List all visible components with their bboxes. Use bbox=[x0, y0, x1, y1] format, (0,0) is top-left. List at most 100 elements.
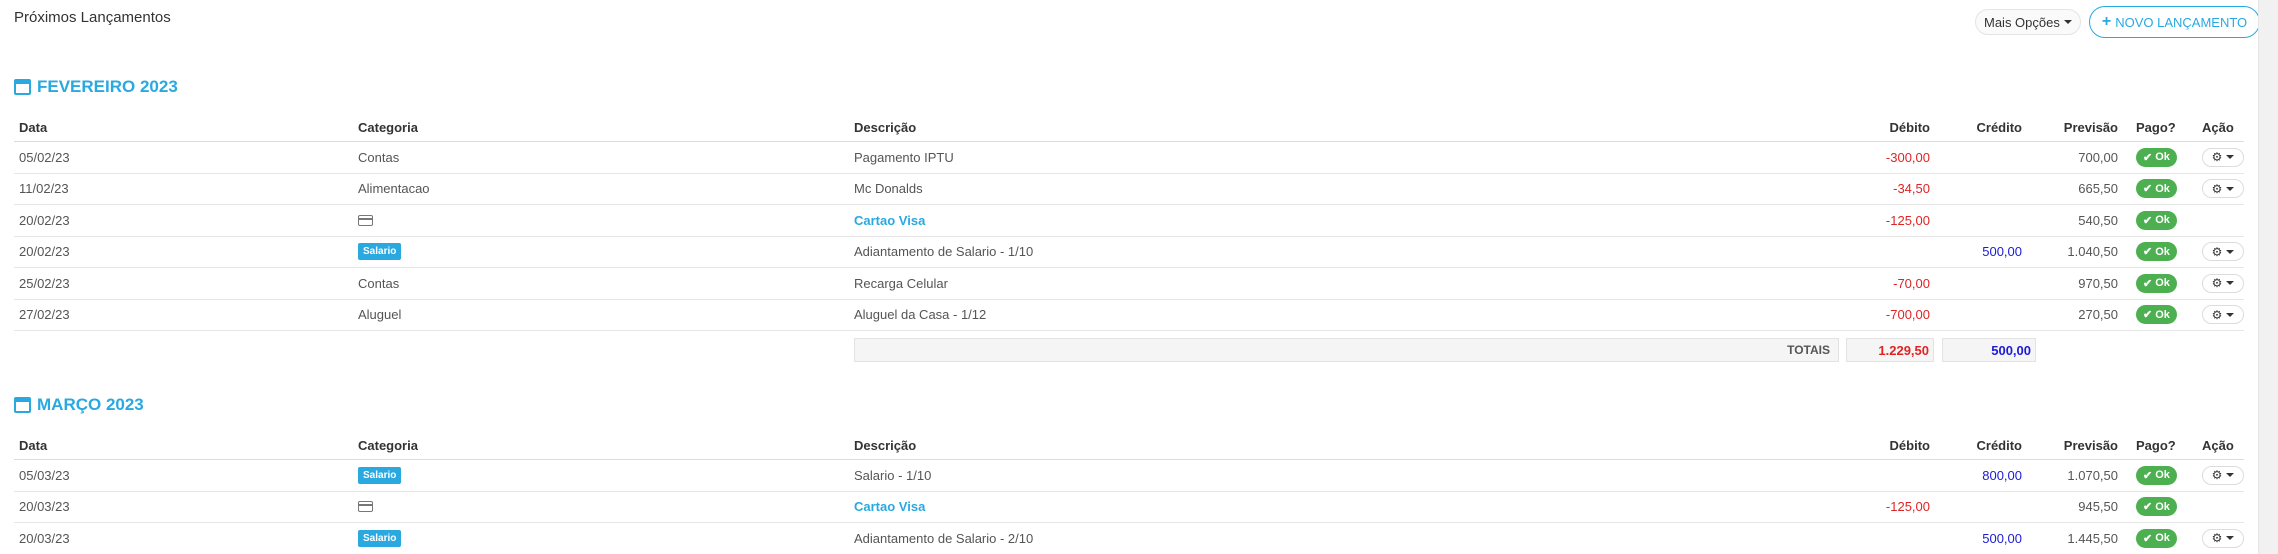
cogs-icon: ⚙ bbox=[2211, 531, 2223, 546]
category-text: Aluguel bbox=[358, 307, 402, 323]
forecast-cell: 1.445,50 bbox=[2067, 530, 2118, 546]
debit-cell: -125,00 bbox=[1885, 499, 1930, 515]
table-row[interactable]: 20/03/23 Salario Adiantamento de Salario -… bbox=[14, 523, 2244, 554]
paid-cell: ✔ Ok bbox=[2136, 523, 2177, 554]
header-paid: Pago? bbox=[2136, 438, 2176, 453]
header-actions: Mais Opções + NOVO LANÇAMENTO bbox=[1975, 6, 2261, 38]
row-actions-button[interactable]: ⚙ bbox=[2202, 242, 2244, 262]
paid-ok-button[interactable]: ✔ Ok bbox=[2136, 528, 2177, 548]
row-actions-button[interactable]: ⚙ bbox=[2202, 147, 2244, 167]
row-actions-button[interactable]: ⚙ bbox=[2202, 179, 2244, 199]
check-icon: ✔ bbox=[2143, 151, 2153, 164]
paid-cell: ✔ Ok bbox=[2136, 492, 2177, 523]
caret-down-icon bbox=[2226, 186, 2235, 191]
credit-cell: 500,00 bbox=[1982, 244, 2022, 260]
paid-ok-button[interactable]: ✔ Ok bbox=[2136, 179, 2177, 199]
category-badge: Salario bbox=[358, 529, 402, 547]
cogs-icon: ⚙ bbox=[2211, 276, 2223, 291]
category-badge: Salario bbox=[358, 243, 402, 261]
check-icon: ✔ bbox=[2143, 246, 2153, 259]
table-row[interactable]: 11/02/23 Alimentacao Mc Donalds -34,50 665,5… bbox=[14, 174, 2244, 205]
action-cell: ⚙ bbox=[2202, 300, 2244, 331]
paid-cell: ✔ Ok bbox=[2136, 142, 2177, 173]
paid-ok-button[interactable]: ✔ Ok bbox=[2136, 147, 2177, 167]
paid-cell: ✔ Ok bbox=[2136, 300, 2177, 331]
description-cell: Adiantamento de Salario - 1/10 bbox=[854, 237, 1033, 268]
header-date: Data bbox=[19, 120, 48, 135]
header-category: Categoria bbox=[358, 120, 418, 135]
header-forecast: Previsão bbox=[2063, 438, 2118, 453]
caret-down-icon bbox=[2226, 249, 2235, 254]
date-cell: 20/02/23 bbox=[19, 212, 70, 228]
description-text: Adiantamento de Salario - 1/10 bbox=[854, 244, 1034, 260]
table-row[interactable]: 20/03/23 Cartao Visa -125,00 945,50 ✔ Ok bbox=[14, 492, 2244, 523]
description-text: Pagamento IPTU bbox=[854, 149, 954, 165]
table-row[interactable]: 05/02/23 Contas Pagamento IPTU -300,00 700,0… bbox=[14, 142, 2244, 174]
header-forecast: Previsão bbox=[2063, 120, 2118, 135]
table-row[interactable]: 27/02/23 Aluguel Aluguel da Casa - 1/12 -70… bbox=[14, 300, 2244, 331]
totals-row: TOTAIS 1.229,50 500,00 bbox=[14, 335, 2244, 365]
row-actions-button[interactable]: ⚙ bbox=[2202, 305, 2244, 325]
description-cell: Adiantamento de Salario - 2/10 bbox=[854, 523, 1033, 554]
month-section-march: MARÇO 2023 Data Categoria Descrição Débi… bbox=[14, 392, 2244, 554]
month-title: FEVEREIRO 2023 bbox=[37, 77, 178, 96]
header-action: Ação bbox=[2202, 120, 2234, 135]
category-cell: Contas bbox=[358, 142, 399, 173]
calendar-icon bbox=[14, 79, 31, 95]
date-cell: 05/03/23 bbox=[19, 467, 70, 483]
table-header: Data Categoria Descrição Débito Crédito … bbox=[14, 432, 2244, 460]
description-text: Aluguel da Casa - 1/12 bbox=[854, 307, 987, 323]
scrollbar[interactable] bbox=[2258, 0, 2278, 554]
debit-cell: -300,00 bbox=[1885, 149, 1930, 165]
description-link[interactable]: Cartao Visa bbox=[854, 213, 925, 228]
description-link[interactable]: Cartao Visa bbox=[854, 499, 925, 514]
date-cell: 11/02/23 bbox=[19, 181, 69, 197]
totals-credit: 500,00 bbox=[1942, 338, 2036, 362]
paid-ok-button[interactable]: ✔ Ok bbox=[2136, 497, 2177, 517]
table-header: Data Categoria Descrição Débito Crédito … bbox=[14, 114, 2244, 142]
ok-label: Ok bbox=[2155, 214, 2170, 227]
row-actions-button[interactable]: ⚙ bbox=[2202, 465, 2244, 485]
action-cell: ⚙ bbox=[2202, 174, 2244, 205]
month-section-february: FEVEREIRO 2023 Data Categoria Descrição … bbox=[14, 74, 2244, 365]
row-actions-button[interactable]: ⚙ bbox=[2202, 273, 2244, 293]
paid-ok-button[interactable]: ✔ Ok bbox=[2136, 242, 2177, 262]
category-text: Alimentacao bbox=[358, 181, 430, 197]
category-cell: Contas bbox=[358, 268, 399, 299]
debit-cell: -125,00 bbox=[1885, 212, 1930, 228]
debit-cell: -70,00 bbox=[1893, 275, 1930, 291]
paid-cell: ✔ Ok bbox=[2136, 205, 2177, 236]
paid-ok-button[interactable]: ✔ Ok bbox=[2136, 465, 2177, 485]
credit-card-icon bbox=[358, 214, 373, 226]
description-cell: Mc Donalds bbox=[854, 174, 923, 205]
paid-ok-button[interactable]: ✔ Ok bbox=[2136, 273, 2177, 293]
more-options-label: Mais Opções bbox=[1984, 14, 2060, 30]
action-cell: ⚙ bbox=[2202, 268, 2244, 299]
forecast-cell: 665,50 bbox=[2078, 181, 2118, 197]
check-icon: ✔ bbox=[2143, 309, 2153, 322]
entries-table: Data Categoria Descrição Débito Crédito … bbox=[14, 114, 2244, 365]
new-entry-label: NOVO LANÇAMENTO bbox=[2115, 14, 2248, 30]
table-row[interactable]: 05/03/23 Salario Salario - 1/10 800,00 1.070… bbox=[14, 460, 2244, 492]
header-credit: Crédito bbox=[1976, 438, 2023, 453]
more-options-button[interactable]: Mais Opções bbox=[1975, 9, 2081, 35]
table-row[interactable]: 20/02/23 Cartao Visa -125,00 540,50 ✔ Ok bbox=[14, 205, 2244, 237]
paid-ok-button[interactable]: ✔ Ok bbox=[2136, 210, 2177, 230]
table-row[interactable]: 20/02/23 Salario Adiantamento de Salario -… bbox=[14, 237, 2244, 268]
date-cell: 27/02/23 bbox=[19, 307, 70, 323]
table-row[interactable]: 25/02/23 Contas Recarga Celular -70,00 970,5… bbox=[14, 268, 2244, 300]
totals-label: TOTAIS bbox=[854, 338, 1839, 362]
ok-label: Ok bbox=[2155, 500, 2170, 513]
description-cell: Salario - 1/10 bbox=[854, 460, 931, 491]
ok-label: Ok bbox=[2155, 245, 2170, 258]
category-cell: Salario bbox=[358, 237, 402, 268]
description-text: Adiantamento de Salario - 2/10 bbox=[854, 530, 1034, 546]
date-cell: 20/03/23 bbox=[19, 499, 70, 515]
category-cell: Alimentacao bbox=[358, 174, 430, 205]
category-cell: Salario bbox=[358, 460, 402, 491]
cogs-icon: ⚙ bbox=[2211, 468, 2223, 483]
new-entry-button[interactable]: + NOVO LANÇAMENTO bbox=[2088, 6, 2261, 38]
paid-ok-button[interactable]: ✔ Ok bbox=[2136, 305, 2177, 325]
row-actions-button[interactable]: ⚙ bbox=[2202, 528, 2244, 548]
credit-cell: 800,00 bbox=[1982, 467, 2022, 483]
